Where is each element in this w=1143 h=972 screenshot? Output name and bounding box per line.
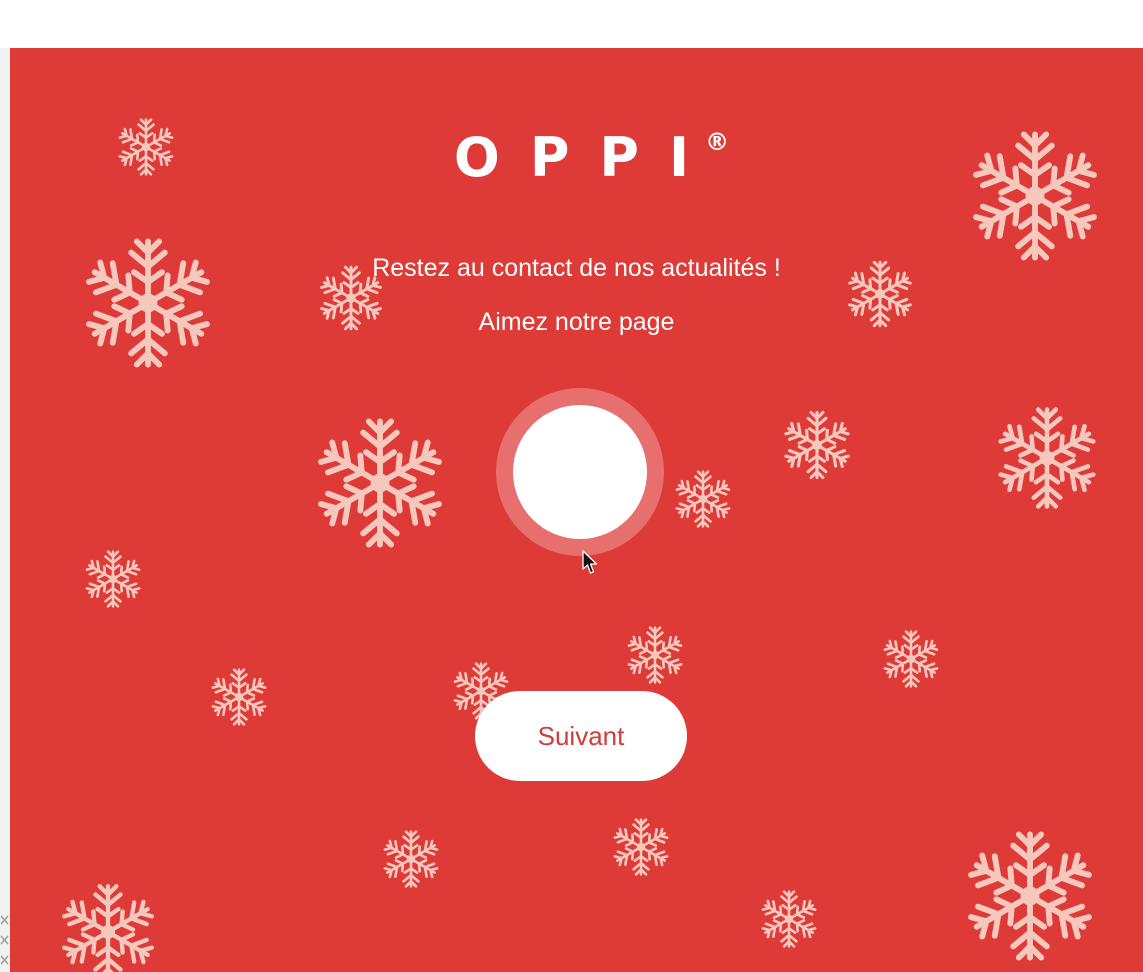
- page-left-edge: [0, 48, 10, 972]
- snowflake-icon: [610, 816, 672, 878]
- popup-cta-text: Aimez notre page: [478, 308, 675, 336]
- snowflake-icon: [56, 880, 160, 972]
- snowflake-icon: [758, 888, 820, 950]
- next-button[interactable]: Suivant: [475, 691, 687, 781]
- snowflake-icon: [780, 408, 854, 482]
- like-page-button[interactable]: [513, 405, 647, 539]
- brand-logo: OPPI®: [10, 112, 1143, 188]
- snowflake-icon: [960, 826, 1100, 966]
- snowflake-icon: [82, 548, 144, 610]
- snowflake-icon: [208, 666, 270, 728]
- registered-mark: ®: [705, 128, 730, 156]
- snowflake-icon: [992, 403, 1102, 513]
- snowflake-icon: [380, 828, 442, 890]
- snowflake-icon: [310, 413, 450, 553]
- popup-tagline: Restez au contact de nos actualités !: [372, 254, 781, 282]
- brand-name: OPPI: [453, 126, 720, 189]
- snowflake-icon: [880, 628, 942, 690]
- mouse-cursor-icon: [582, 550, 598, 574]
- snowflake-icon: [672, 468, 734, 530]
- snowflake-icon: [624, 624, 686, 686]
- newsletter-popup: OPPI® Restez au contact de nos actualité…: [10, 48, 1143, 972]
- page-frame: OPPI® Restez au contact de nos actualité…: [0, 0, 1143, 972]
- edge-glyph-icon: [0, 915, 9, 965]
